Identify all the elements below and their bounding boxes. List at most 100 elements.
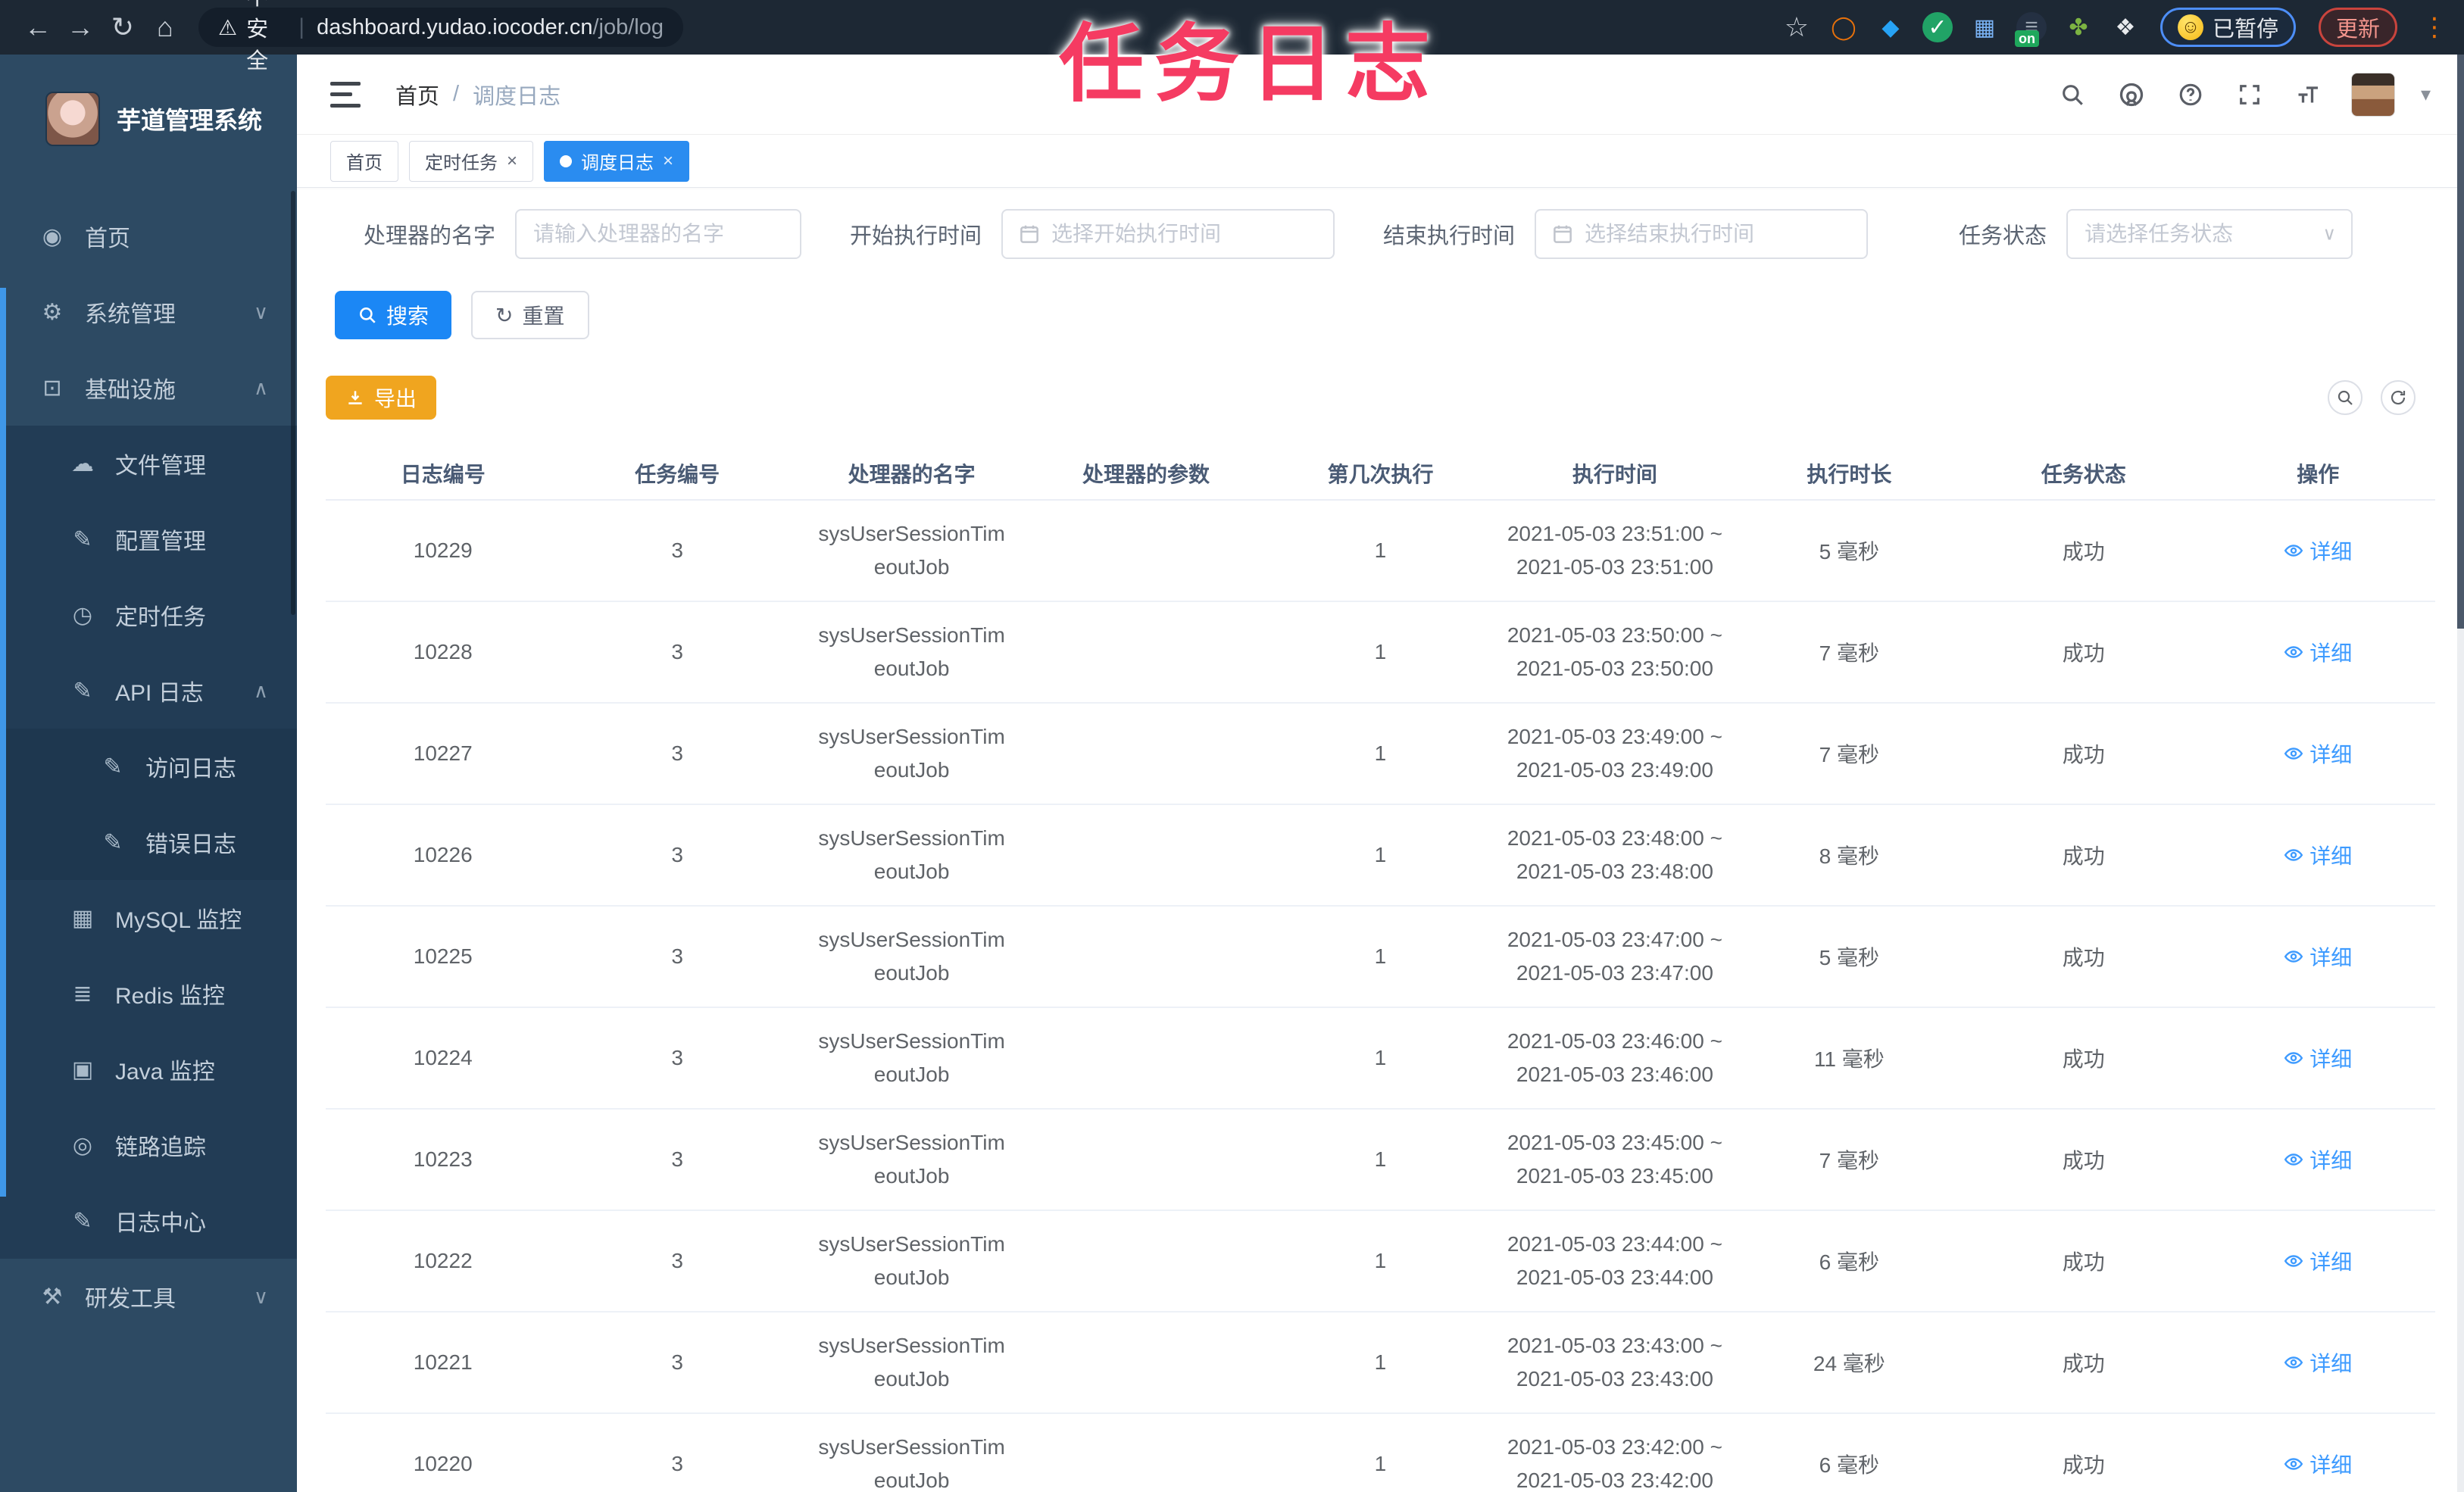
sidebar-item-11[interactable]: ≣ Redis 监控 bbox=[0, 956, 297, 1032]
table-row: 10226 3 sysUserSessionTim eoutJob 1 2021-05-0… bbox=[326, 804, 2435, 907]
caret-down-icon[interactable]: ▾ bbox=[2421, 83, 2431, 106]
sidebar-item-3[interactable]: ⊡ 基础设施 ∧ bbox=[0, 350, 297, 426]
detail-link[interactable]: 详细 bbox=[2284, 840, 2352, 870]
toggle-search-button[interactable] bbox=[2328, 380, 2363, 415]
sidebar-item-7[interactable]: ✎ API 日志 ∧ bbox=[0, 653, 297, 729]
page-scrollbar[interactable] bbox=[2457, 55, 2464, 1492]
font-size-icon[interactable] bbox=[2292, 78, 2325, 111]
close-tab-icon[interactable]: × bbox=[663, 151, 673, 172]
fullscreen-icon[interactable] bbox=[2233, 78, 2266, 111]
handler-param-cell bbox=[1029, 1007, 1263, 1110]
detail-link[interactable]: 详细 bbox=[2284, 1347, 2352, 1378]
exec-time-cell: 2021-05-03 23:43:00 ~2021-05-03 23:43:00 bbox=[1497, 1312, 1732, 1414]
detail-link[interactable]: 详细 bbox=[2284, 1043, 2352, 1073]
exec-time-cell: 2021-05-03 23:51:00 ~2021-05-03 23:51:00 bbox=[1497, 500, 1732, 602]
handler-param-cell bbox=[1029, 1109, 1263, 1211]
sidebar-item-15[interactable]: ⚒ 研发工具 ∨ bbox=[0, 1259, 297, 1334]
ext-orange-ring-icon[interactable]: ◯ bbox=[1828, 12, 1859, 42]
detail-link[interactable]: 详细 bbox=[2284, 535, 2352, 566]
breadcrumb-home[interactable]: 首页 bbox=[395, 79, 439, 111]
refresh-table-button[interactable] bbox=[2381, 380, 2416, 415]
job-status-select[interactable]: ∨ bbox=[2066, 209, 2353, 259]
end-time-input[interactable] bbox=[1536, 211, 1867, 258]
sidebar-item-9[interactable]: ✎ 错误日志 bbox=[0, 804, 297, 880]
calendar-icon bbox=[1018, 223, 1041, 245]
sidebar-item-12[interactable]: ▣ Java 监控 bbox=[0, 1032, 297, 1107]
sidebar-item-2[interactable]: ⚙ 系统管理 ∨ bbox=[0, 274, 297, 350]
not-secure-warning-icon: ⚠ bbox=[218, 15, 238, 39]
sidebar-item-4[interactable]: ☁ 文件管理 bbox=[0, 426, 297, 501]
hamburger-icon[interactable] bbox=[330, 81, 361, 108]
mysql-icon: ▦ bbox=[71, 905, 94, 931]
help-icon[interactable] bbox=[2174, 78, 2207, 111]
detail-link[interactable]: 详细 bbox=[2284, 1144, 2352, 1175]
handler-name-cell: sysUserSessionTim eoutJob bbox=[794, 1210, 1029, 1313]
toolbox-icon: ⚒ bbox=[42, 1284, 63, 1309]
ext-grid-icon[interactable]: ▦ bbox=[1969, 12, 2000, 42]
ext-leaf-icon[interactable]: ✤ bbox=[2063, 12, 2094, 42]
tab-1[interactable]: 首页 bbox=[330, 140, 398, 182]
forward-icon[interactable]: → bbox=[59, 6, 101, 48]
page-scrollbar-thumb[interactable] bbox=[2457, 55, 2464, 629]
table-row: 10228 3 sysUserSessionTim eoutJob 1 2021-05-0… bbox=[326, 601, 2435, 704]
sidebar-item-14[interactable]: ✎ 日志中心 bbox=[0, 1183, 297, 1259]
browser-menu-icon[interactable]: ⋮ bbox=[2422, 12, 2447, 42]
detail-link[interactable]: 详细 bbox=[2284, 1449, 2352, 1479]
duration-cell: 6 毫秒 bbox=[1732, 1413, 1967, 1492]
detail-link-label: 详细 bbox=[2309, 1352, 2353, 1375]
handler-name-cell: sysUserSessionTim eoutJob bbox=[794, 500, 1029, 602]
handler-name-input[interactable] bbox=[517, 211, 801, 258]
start-time-input[interactable] bbox=[1003, 211, 1334, 258]
paused-extension-pill[interactable]: ☺ 已暂停 bbox=[2160, 8, 2296, 47]
log-id-cell: 10226 bbox=[326, 804, 561, 907]
back-icon[interactable]: ← bbox=[17, 6, 59, 48]
ext-green-check-icon[interactable]: ✓ bbox=[1922, 12, 1953, 42]
tab-2[interactable]: 定时任务 × bbox=[409, 140, 534, 182]
detail-link[interactable]: 详细 bbox=[2284, 1246, 2352, 1276]
sidebar-item-5[interactable]: ✎ 配置管理 bbox=[0, 501, 297, 577]
status-cell: 成功 bbox=[1966, 601, 2201, 704]
ext-blue-gem-icon[interactable]: ◆ bbox=[1875, 12, 1906, 42]
start-time-field bbox=[1001, 209, 1335, 259]
job-status-input[interactable] bbox=[2068, 211, 2352, 258]
reload-icon[interactable]: ↻ bbox=[101, 6, 144, 48]
sidebar-scrollbar[interactable] bbox=[291, 191, 295, 615]
logo-image bbox=[45, 92, 100, 146]
handler-name-cell: sysUserSessionTim eoutJob bbox=[794, 804, 1029, 907]
sidebar-item-1[interactable]: ◉ 首页 bbox=[0, 198, 297, 274]
job-id-cell: 3 bbox=[560, 601, 795, 704]
handler-param-cell bbox=[1029, 1413, 1263, 1492]
export-button[interactable]: 导出 bbox=[326, 376, 437, 420]
edit-icon: ✎ bbox=[73, 678, 92, 704]
table-row: 10227 3 sysUserSessionTim eoutJob 1 2021-05-0… bbox=[326, 703, 2435, 805]
search-icon[interactable] bbox=[2056, 78, 2089, 111]
ext-puzzle-icon[interactable]: ❖ bbox=[2110, 12, 2141, 42]
address-bar[interactable]: ⚠ 不安全 | dashboard.yudao.iocoder.cn/job/l… bbox=[198, 0, 683, 73]
exec-time-cell: 2021-05-03 23:47:00 ~2021-05-03 23:47:00 bbox=[1497, 906, 1732, 1008]
ext-on-switch-icon[interactable]: ≡ on bbox=[2014, 12, 2047, 47]
github-icon[interactable] bbox=[2115, 78, 2148, 111]
detail-link[interactable]: 详细 bbox=[2284, 738, 2352, 769]
detail-link[interactable]: 详细 bbox=[2284, 941, 2352, 972]
sidebar-item-label: 配置管理 bbox=[115, 529, 206, 554]
retry-count-cell: 1 bbox=[1263, 601, 1498, 704]
search-button[interactable]: 搜索 bbox=[335, 291, 452, 339]
home-icon[interactable]: ⌂ bbox=[144, 6, 186, 48]
detail-link[interactable]: 详细 bbox=[2284, 637, 2352, 667]
log-icon: ✎ bbox=[73, 1208, 92, 1234]
close-tab-icon[interactable]: × bbox=[507, 151, 517, 172]
update-browser-button[interactable]: 更新 bbox=[2318, 8, 2397, 47]
sidebar-item-10[interactable]: ▦ MySQL 监控 bbox=[0, 880, 297, 956]
duration-cell: 11 毫秒 bbox=[1732, 1007, 1967, 1110]
sidebar-item-13[interactable]: ◎ 链路追踪 bbox=[0, 1107, 297, 1183]
exec-time-cell: 2021-05-03 23:44:00 ~2021-05-03 23:44:00 bbox=[1497, 1210, 1732, 1313]
duration-cell: 6 毫秒 bbox=[1732, 1210, 1967, 1313]
reset-button[interactable]: ↻ 重置 bbox=[471, 291, 589, 339]
sidebar-item-8[interactable]: ✎ 访问日志 bbox=[0, 729, 297, 804]
bookmark-star-icon[interactable]: ☆ bbox=[1785, 11, 1809, 43]
action-cell: 详细 bbox=[2200, 804, 2435, 907]
tab-3[interactable]: 调度日志 × bbox=[544, 140, 690, 182]
sidebar-item-6[interactable]: ◷ 定时任务 bbox=[0, 577, 297, 653]
job-status-label: 任务状态 bbox=[1959, 224, 2047, 248]
user-avatar[interactable] bbox=[2350, 72, 2395, 117]
